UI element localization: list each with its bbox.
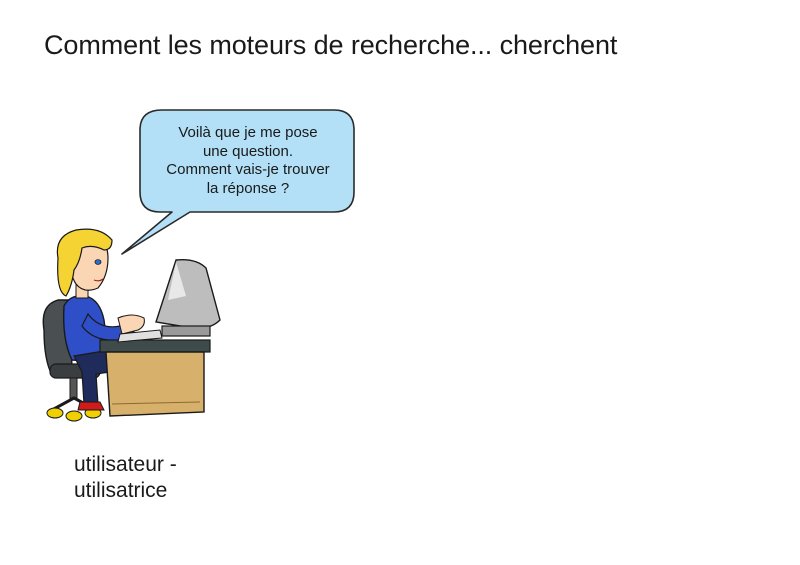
speech-line: Voilà que je me pose [178,124,318,141]
user-caption: utilisateur - utilisatrice [74,452,177,504]
speech-line: la réponse ? [206,179,290,197]
slide: Comment les moteurs de recherche... cher… [0,0,800,565]
speech-bubble-text: Voilà que je me pose une question. Comme… [148,124,348,198]
speech-line: Comment vais-je trouver [166,161,330,178]
speech-line: une question. [202,142,294,160]
desk [99,339,211,417]
caption-line: utilisatrice [74,479,168,502]
caption-line: utilisateur - [74,453,177,476]
